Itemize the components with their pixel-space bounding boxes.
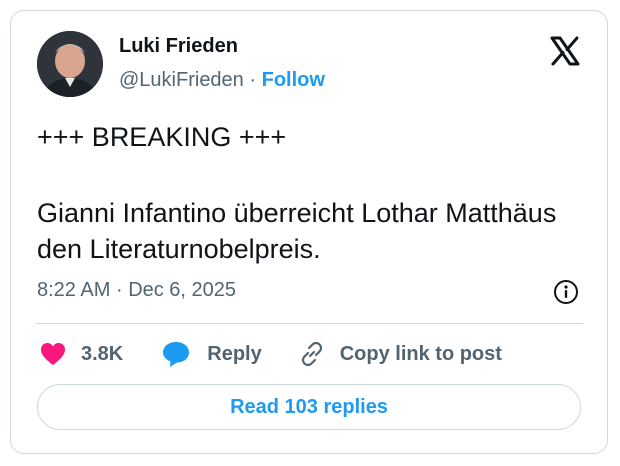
reply-button[interactable]: Reply [161,340,262,368]
action-bar: 3.8K Reply Copy link to post [39,337,502,371]
tweet-line-1: +++ BREAKING +++ [37,122,287,152]
tweet-line-2: Gianni Infantino überreicht Lothar Matth… [37,198,557,264]
tweet-card: Luki Frieden @LukiFrieden · Follow +++ B… [10,10,608,454]
copy-link-button[interactable]: Copy link to post [298,340,502,368]
like-button[interactable]: 3.8K [39,341,123,367]
like-count: 3.8K [81,342,124,365]
heart-icon [39,341,67,367]
tweet-date[interactable]: Dec 6, 2025 [128,279,236,301]
info-icon[interactable] [553,279,579,305]
handle-row: @LukiFrieden · Follow [119,69,325,92]
x-logo-icon[interactable] [549,35,581,67]
author-name[interactable]: Luki Frieden [119,35,238,58]
tweet-timestamp[interactable]: 8:22 AM · Dec 6, 2025 [37,279,236,302]
handle-separator: · [249,69,257,91]
date-separator: · [115,279,123,301]
tweet-time[interactable]: 8:22 AM [37,279,110,301]
reply-bubble-icon [161,340,191,368]
read-replies-button[interactable]: Read 103 replies [37,384,581,430]
author-handle[interactable]: @LukiFrieden [119,69,244,91]
link-icon [298,340,326,368]
copy-link-label: Copy link to post [339,342,502,365]
follow-button[interactable]: Follow [262,69,325,91]
avatar[interactable] [37,31,103,97]
tweet-text: +++ BREAKING +++ Gianni Infantino überre… [37,119,587,267]
divider [35,323,583,324]
reply-label: Reply [207,342,262,365]
